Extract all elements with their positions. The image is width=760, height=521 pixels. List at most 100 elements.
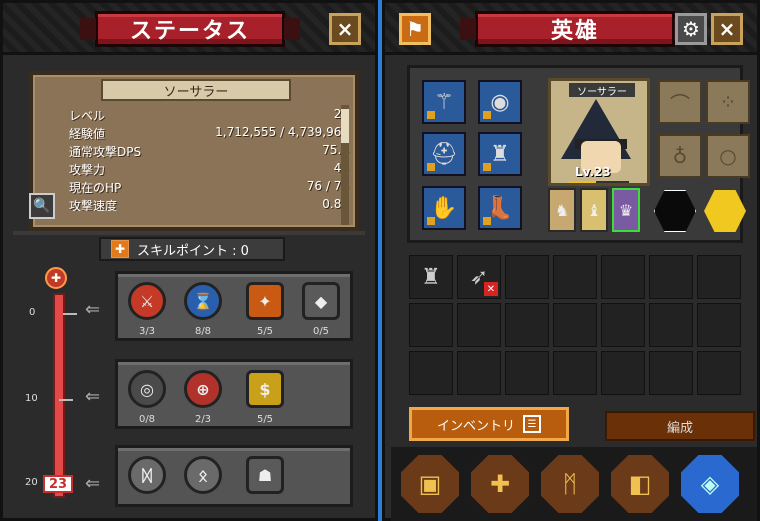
witch-icon: ♛ bbox=[618, 200, 634, 220]
home-button[interactable]: ⚑ bbox=[399, 13, 431, 45]
hero-name: ソーサラー bbox=[569, 83, 635, 98]
inventory-cell[interactable] bbox=[505, 351, 549, 395]
menu-icon: ☰ bbox=[523, 415, 541, 433]
chest-icon: ▣ bbox=[418, 470, 442, 498]
hero-portrait[interactable]: ソーサラー Lv.23 bbox=[548, 78, 650, 186]
inventory-cell[interactable] bbox=[697, 303, 741, 347]
equip-slot-pouch[interactable]: ♁ bbox=[658, 134, 702, 178]
flag-icon: ⚑ bbox=[406, 17, 424, 41]
stat-row-attack-speed: 攻撃速度 0.86 bbox=[69, 197, 349, 211]
tab-inventory[interactable]: インベントリ ☰ bbox=[409, 407, 569, 441]
stat-row-level: レベル 23 bbox=[69, 107, 349, 123]
close-button[interactable]: × bbox=[711, 13, 743, 45]
inventory-cell[interactable] bbox=[697, 255, 741, 299]
mask-icon[interactable]: ☗ bbox=[246, 456, 284, 494]
hero-titlebar: ⚑ 英雄 ⚙ × bbox=[385, 3, 757, 55]
class-heading: ソーサラー bbox=[101, 79, 291, 101]
portal-button[interactable]: ◈ bbox=[681, 455, 739, 513]
tab-formation[interactable]: 編成 bbox=[605, 411, 755, 441]
companion-slot-3[interactable]: ♛ bbox=[612, 188, 640, 232]
pouch-icon: ♁ bbox=[672, 144, 688, 168]
flame-gem-icon[interactable]: ✦ bbox=[246, 282, 284, 320]
inventory-cell[interactable] bbox=[505, 303, 549, 347]
stats-box: ソーサラー レベル 23 経験値 1,712,555 / 4,739,962 通… bbox=[29, 71, 359, 231]
crate-button[interactable]: ◧ bbox=[611, 455, 669, 513]
gauge-tick-0: 0 bbox=[29, 307, 77, 318]
inventory-cell[interactable] bbox=[649, 255, 693, 299]
inventory-cell[interactable] bbox=[553, 351, 597, 395]
gold-pile-icon[interactable]: $ bbox=[246, 370, 284, 408]
hero-title: 英雄 bbox=[460, 11, 690, 47]
inventory-cell[interactable] bbox=[649, 303, 693, 347]
skill-count: 8/8 bbox=[194, 326, 212, 337]
inventory-cell[interactable] bbox=[601, 303, 645, 347]
inventory-grid: ♜ ➶ ✕ bbox=[409, 255, 745, 403]
gear-icon: ⚙ bbox=[682, 17, 700, 41]
companion-slot-1[interactable]: ♞ bbox=[548, 188, 576, 232]
inventory-cell[interactable] bbox=[553, 255, 597, 299]
rune-icon[interactable]: ᛞ bbox=[128, 456, 166, 494]
hero-exp-bar bbox=[569, 181, 629, 183]
box-icon: ◧ bbox=[628, 470, 652, 498]
dark-gem-slot[interactable] bbox=[654, 190, 696, 232]
close-button[interactable]: × bbox=[329, 13, 361, 45]
tier-arrow-icon: ⇐ bbox=[85, 386, 101, 407]
gold-gem-slot[interactable] bbox=[704, 190, 746, 232]
equip-slot-orb[interactable]: ◉ bbox=[478, 80, 522, 124]
crystal-icon[interactable]: ◆ bbox=[302, 282, 340, 320]
sword-icon[interactable]: ⚔ bbox=[128, 282, 166, 320]
skill-tier-3: ᛞ ᛟ ☗ bbox=[115, 445, 353, 507]
companion-slot-2[interactable]: ♝ bbox=[580, 188, 608, 232]
necklace-icon: ⌒ bbox=[670, 91, 690, 116]
equip-slot-earrings[interactable]: ⁘ bbox=[706, 80, 750, 124]
knight-icon: ♞ bbox=[554, 200, 570, 220]
skill-count: 0/8 bbox=[138, 414, 156, 425]
skills-button[interactable]: ✚ bbox=[471, 455, 529, 513]
inventory-cell[interactable] bbox=[457, 351, 501, 395]
inventory-cell[interactable] bbox=[601, 255, 645, 299]
hourglass-icon[interactable]: ⌛ bbox=[184, 282, 222, 320]
settings-button[interactable]: ⚙ bbox=[675, 13, 707, 45]
equip-slot-necklace[interactable]: ⌒ bbox=[658, 80, 702, 124]
rune-icon[interactable]: ᛟ bbox=[184, 456, 222, 494]
gauge-cross-icon: ✚ bbox=[45, 267, 67, 289]
inventory-cell[interactable] bbox=[601, 351, 645, 395]
bottom-menu: ▣ ✚ ᛗ ◧ ◈ bbox=[391, 447, 757, 521]
ring-icon: ○ bbox=[719, 144, 737, 168]
equip-slot-ring[interactable]: ○ bbox=[706, 134, 750, 178]
skill-count: 2/3 bbox=[194, 414, 212, 425]
equip-slot-gloves[interactable]: ✋ bbox=[422, 186, 466, 230]
target-icon[interactable]: ⊕ bbox=[184, 370, 222, 408]
hero-level: Lv.23 bbox=[575, 165, 611, 179]
ring-icon[interactable]: ◎ bbox=[128, 370, 166, 408]
equip-slot-boots[interactable]: 👢 bbox=[478, 186, 522, 230]
skill-points-label: スキルポイント : 0 bbox=[137, 243, 249, 259]
inventory-cell[interactable] bbox=[409, 303, 453, 347]
status-titlebar: ステータス × bbox=[3, 3, 375, 55]
skill-count: 5/5 bbox=[256, 326, 274, 337]
stats-scrollbar[interactable] bbox=[341, 105, 349, 225]
runes-button[interactable]: ᛗ bbox=[541, 455, 599, 513]
inventory-cell[interactable] bbox=[457, 303, 501, 347]
equip-slot-armor[interactable]: ♜ bbox=[478, 132, 522, 176]
stat-row-exp: 経験値 1,712,555 / 4,739,962 bbox=[69, 125, 349, 141]
inventory-cell[interactable] bbox=[697, 351, 741, 395]
earring-icon: ⁘ bbox=[719, 90, 737, 114]
hero-equipment-box: ⚚ ◉ ⛑ ♜ ✋ 👢 ソーサラー Lv.23 ⌒ ⁘ ♁ ○ ♞ ♝ ♛ bbox=[407, 65, 750, 243]
status-panel: ステータス × ソーサラー レベル 23 経験値 1,712,555 / 4,7… bbox=[0, 0, 378, 521]
inventory-cell[interactable]: ➶ ✕ bbox=[457, 255, 501, 299]
skill-count: 5/5 bbox=[256, 414, 274, 425]
equip-slot-weapon[interactable]: ⚚ bbox=[422, 80, 466, 124]
skill-tier-2: ◎ 0/8 ⊕ 2/3 $ 5/5 bbox=[115, 359, 353, 429]
skill-points-bar: ✚ スキルポイント : 0 bbox=[99, 237, 285, 261]
inventory-cell[interactable] bbox=[409, 351, 453, 395]
inventory-cell[interactable]: ♜ bbox=[409, 255, 453, 299]
inventory-cell[interactable] bbox=[649, 351, 693, 395]
equip-slot-helmet[interactable]: ⛑ bbox=[422, 132, 466, 176]
inventory-cell[interactable] bbox=[553, 303, 597, 347]
chest-button[interactable]: ▣ bbox=[401, 455, 459, 513]
inventory-cell[interactable] bbox=[505, 255, 549, 299]
inspect-button[interactable]: 🔍 bbox=[29, 193, 55, 219]
skill-count: 3/3 bbox=[138, 326, 156, 337]
stat-row-dps: 通常攻撃DPS 75.4 bbox=[69, 143, 349, 159]
